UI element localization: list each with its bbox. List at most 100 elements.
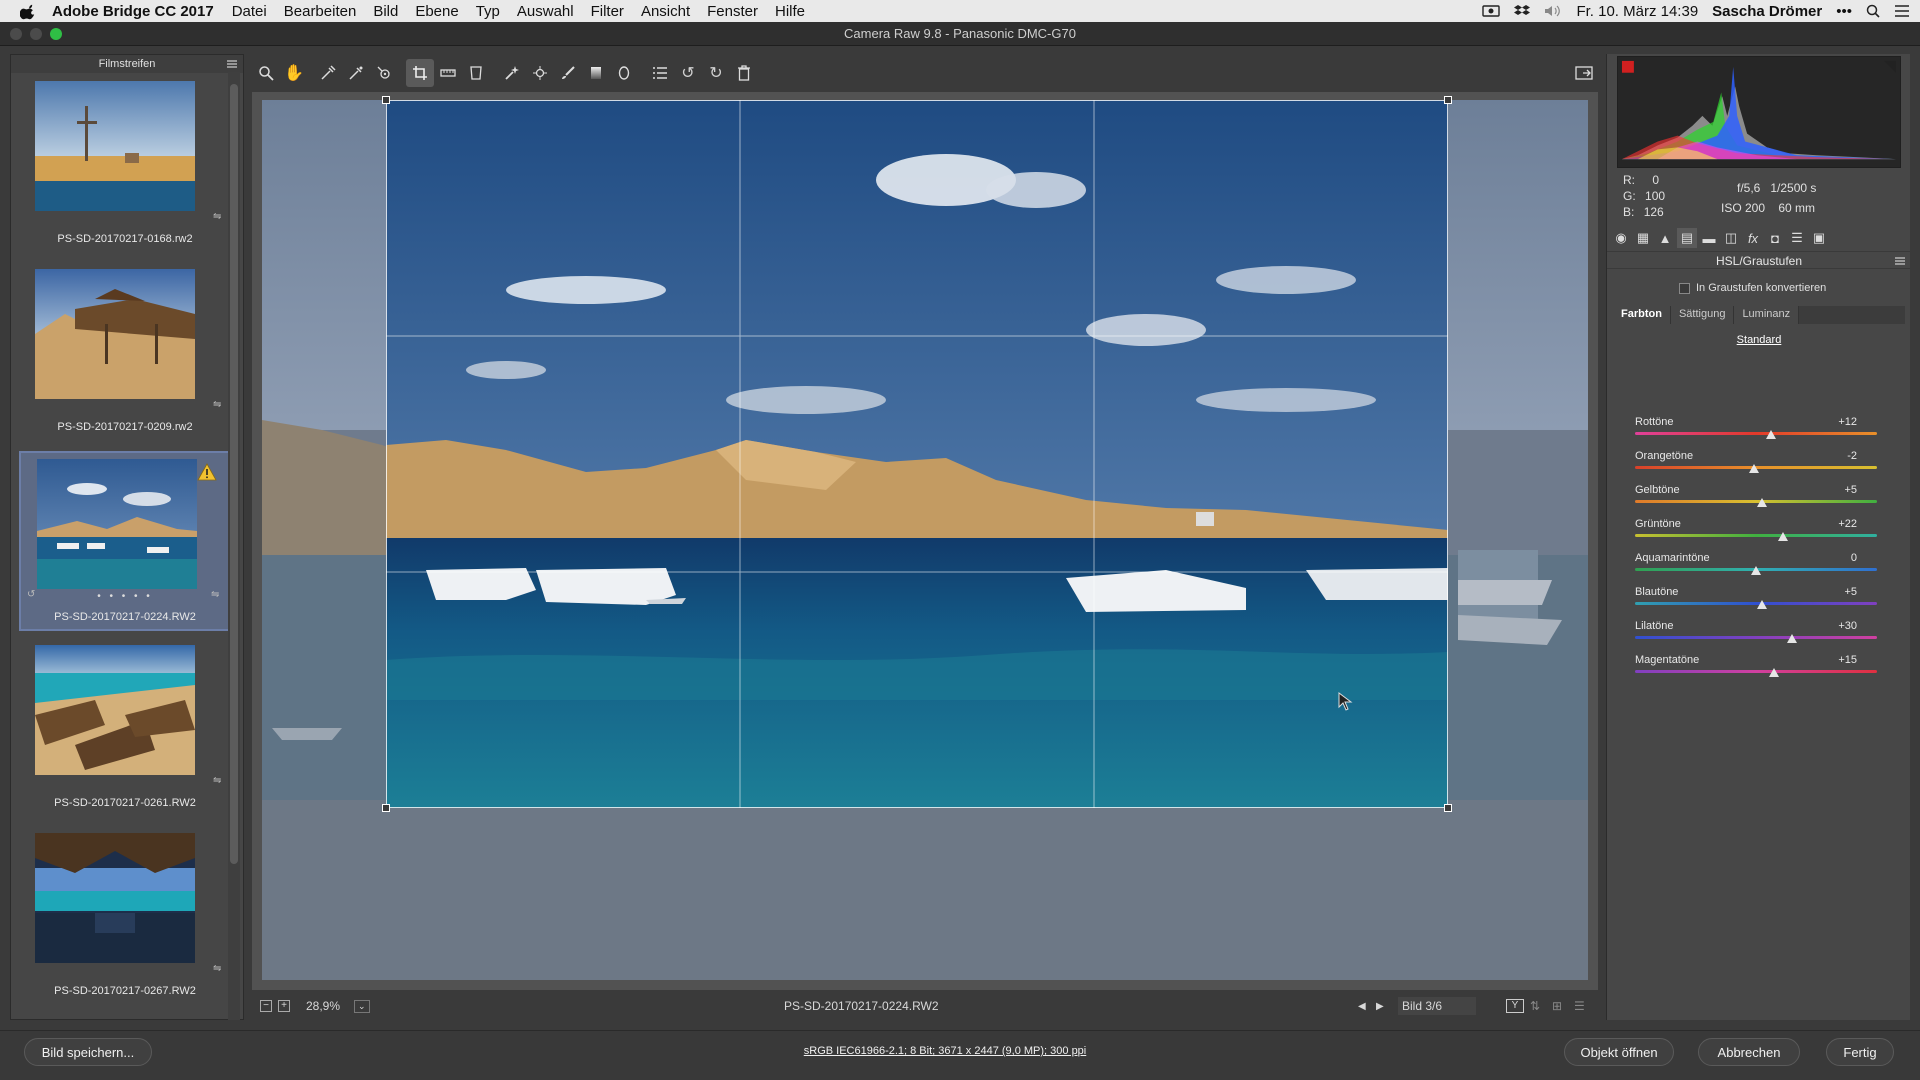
hsl-icon[interactable]: ▤ [1677,228,1697,248]
slider-handle[interactable] [1751,566,1761,575]
filmstrip-item-selected[interactable]: • • • • • ↺ ⇋ PS-SD-20170217-0224.RW2 [19,451,231,631]
slider-track[interactable] [1635,500,1877,503]
panel-menu-icon[interactable] [1895,256,1905,266]
slider-track[interactable] [1635,602,1877,605]
crop-handle-top-left[interactable] [382,96,390,104]
menu-typ[interactable]: Typ [476,3,500,20]
apple-icon[interactable] [20,2,38,20]
tone-curve-icon[interactable]: ▦ [1633,228,1653,248]
menubar-user[interactable]: Sascha Drömer [1712,3,1822,20]
zoom-level[interactable]: 28,9% [306,999,340,1013]
menu-ebene[interactable]: Ebene [415,3,458,20]
lens-corrections-icon[interactable]: ◫ [1721,228,1741,248]
swap-settings-icon[interactable]: ⇅ [1530,999,1540,1013]
filmstrip-scrollbar[interactable] [228,72,240,1020]
trash-icon[interactable] [730,59,758,87]
copy-settings-icon[interactable]: ⊞ [1552,999,1562,1013]
zoom-in-button[interactable]: + [278,1000,290,1012]
slider-track[interactable] [1635,534,1877,537]
slider-value[interactable]: 0 [1851,552,1857,564]
slider-track[interactable] [1635,670,1877,673]
preferences-icon[interactable] [646,59,674,87]
menu-fenster[interactable]: Fenster [707,3,758,20]
transform-icon[interactable] [462,59,490,87]
before-after-toggle-icon[interactable]: Y [1506,999,1524,1013]
slider-7[interactable]: Magentatöne +15 [1635,654,1879,684]
crop-handle-bottom-left[interactable] [382,804,390,812]
color-sampler-icon[interactable] [342,59,370,87]
hand-icon[interactable]: ✋ [280,59,308,87]
open-object-button[interactable]: Objekt öffnen [1564,1038,1674,1066]
slider-1[interactable]: Orangetöne -2 [1635,450,1879,480]
adjustment-brush-icon[interactable] [554,59,582,87]
rotate-icon[interactable]: ↺ [27,589,39,601]
next-image-button[interactable]: ▶ [1376,1001,1384,1012]
warning-icon[interactable] [197,463,217,481]
slider-handle[interactable] [1765,430,1776,439]
slider-handle[interactable] [1777,532,1788,541]
toggle-fullscreen-icon[interactable] [1570,59,1598,87]
presets-icon[interactable]: ☰ [1787,228,1807,248]
volume-icon[interactable] [1544,4,1562,18]
menu-bild[interactable]: Bild [373,3,398,20]
graduated-filter-icon[interactable] [582,59,610,87]
menu-filter[interactable]: Filter [591,3,624,20]
crop-icon[interactable] [406,59,434,87]
grayscale-toggle[interactable]: In Graustufen konvertieren [1679,282,1826,294]
slider-value[interactable]: +12 [1838,416,1857,428]
menubar-more[interactable]: ••• [1836,3,1852,20]
filmstrip-item[interactable]: ⇋ PS-SD-20170217-0267.RW2 [19,827,231,1007]
spotlight-search-icon[interactable] [1866,4,1880,18]
tab-saettigung[interactable]: Sättigung [1671,306,1735,324]
slider-value[interactable]: +30 [1838,620,1857,632]
slider-value[interactable]: +5 [1844,586,1857,598]
image-canvas[interactable] [252,92,1598,990]
crop-handle-bottom-right[interactable] [1444,804,1452,812]
menubar-clock[interactable]: Fr. 10. März 14:39 [1576,3,1698,20]
screen-capture-icon[interactable] [1482,4,1501,18]
slider-track[interactable] [1635,636,1877,639]
crop-handle-top-right[interactable] [1444,96,1452,104]
camera-calibration-icon[interactable]: ◘ [1765,228,1785,248]
filmstrip-item[interactable]: ⇋ PS-SD-20170217-0209.rw2 [19,263,231,443]
menu-datei[interactable]: Datei [232,3,267,20]
spot-removal-icon[interactable] [498,59,526,87]
slider-2[interactable]: Gelbtöne +5 [1635,484,1879,514]
rotate-right-icon[interactable]: ↻ [702,59,730,87]
slider-4[interactable]: Aquamarintöne 0 [1635,552,1879,582]
menu-ansicht[interactable]: Ansicht [641,3,690,20]
notification-center-icon[interactable] [1894,4,1910,18]
straighten-icon[interactable] [434,59,462,87]
slider-handle[interactable] [1748,464,1759,473]
slider-value[interactable]: +22 [1838,518,1857,530]
filmstrip-item[interactable]: ⇋ PS-SD-20170217-0261.RW2 [19,639,231,819]
filmstrip-scroll-thumb[interactable] [230,84,238,864]
menu-app[interactable]: Adobe Bridge CC 2017 [52,3,214,20]
menu-hilfe[interactable]: Hilfe [775,3,805,20]
slider-handle[interactable] [1769,668,1780,677]
basic-panel-icon[interactable]: ◉ [1611,228,1631,248]
slider-6[interactable]: Lilatöne +30 [1635,620,1879,650]
toggle-default-icon[interactable]: ☰ [1574,999,1585,1013]
cancel-button[interactable]: Abbrechen [1698,1038,1800,1066]
slider-5[interactable]: Blautöne +5 [1635,586,1879,616]
slider-0[interactable]: Rottöne +12 [1635,416,1879,446]
zoom-dropdown-icon[interactable]: ⌄ [354,999,370,1013]
white-balance-icon[interactable] [314,59,342,87]
slider-handle[interactable] [1757,498,1768,507]
filmstrip-item[interactable]: ⇋ PS-SD-20170217-0168.rw2 [19,75,231,255]
preview-image-crop-area[interactable] [386,100,1448,808]
rotate-left-icon[interactable]: ↺ [674,59,702,87]
split-toning-icon[interactable]: ▬ [1699,228,1719,248]
grayscale-checkbox[interactable] [1679,282,1690,294]
slider-track[interactable] [1635,432,1877,435]
slider-3[interactable]: Grüntöne +22 [1635,518,1879,548]
previous-image-button[interactable]: ◀ [1358,1001,1366,1012]
slider-value[interactable]: +15 [1838,654,1857,666]
snapshots-icon[interactable]: ▣ [1809,228,1829,248]
menu-bearbeiten[interactable]: Bearbeiten [284,3,357,20]
rating-dots[interactable]: • • • • • [21,591,229,602]
effects-icon[interactable]: fx [1743,228,1763,248]
slider-handle[interactable] [1757,600,1768,609]
red-eye-icon[interactable] [526,59,554,87]
